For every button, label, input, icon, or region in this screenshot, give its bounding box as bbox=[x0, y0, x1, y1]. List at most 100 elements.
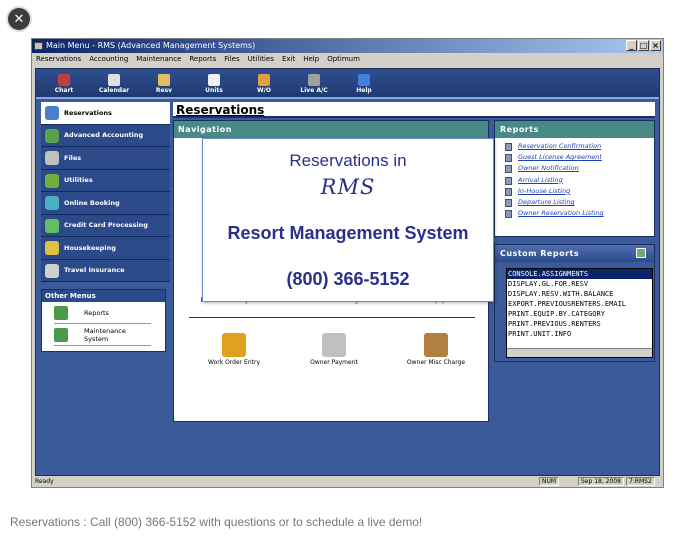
other-menu-maintenance-system[interactable]: Maintenance System bbox=[54, 324, 151, 346]
sidebar-item-credit-card-processing[interactable]: Credit Card Processing bbox=[41, 214, 170, 237]
list-item[interactable]: PRINT.PREVIOUS.RENTERS bbox=[507, 319, 652, 329]
nav-work-order-entry[interactable]: Work Order Entry bbox=[199, 333, 269, 366]
menu-files[interactable]: Files bbox=[224, 53, 239, 66]
nav-item-label: Work Order Entry bbox=[207, 359, 261, 366]
other-menu-label: Maintenance System bbox=[84, 326, 126, 343]
list-icon bbox=[505, 187, 512, 196]
toolbar-label: Chart bbox=[54, 87, 74, 94]
sidebar-item-label: Reservations bbox=[64, 108, 112, 117]
person-icon bbox=[505, 154, 512, 163]
custom-reports-list[interactable]: CONSOLE.ASSIGNMENTS DISPLAY.GL.FOR.RESV … bbox=[506, 268, 653, 358]
minimize-button[interactable]: _ bbox=[626, 40, 637, 51]
list-item[interactable]: CONSOLE.ASSIGNMENTS bbox=[507, 269, 652, 279]
sidebar-item-advanced-accounting[interactable]: Advanced Accounting bbox=[41, 124, 170, 147]
sidebar-item-reservations[interactable]: Reservations bbox=[41, 102, 170, 125]
refresh-icon[interactable] bbox=[636, 248, 646, 258]
menu-accounting[interactable]: Accounting bbox=[89, 53, 128, 66]
report-link-label: Owner Reservation Listing bbox=[518, 209, 604, 218]
sidebar-item-online-booking[interactable]: Online Booking bbox=[41, 192, 170, 215]
custom-reports-title: Custom Reports bbox=[495, 245, 654, 262]
toolbar-label: Live A/C bbox=[300, 87, 328, 94]
toolbar-resv-button[interactable]: Resv bbox=[146, 74, 182, 94]
sidebar-item-housekeeping[interactable]: Housekeeping bbox=[41, 237, 170, 260]
toolbar-wo-button[interactable]: W/O bbox=[246, 74, 282, 94]
menu-reports[interactable]: Reports bbox=[189, 53, 216, 66]
menu-bar: Reservations Accounting Maintenance Repo… bbox=[32, 53, 663, 66]
owner-payment-icon bbox=[322, 333, 346, 357]
toolbar-label: W/O bbox=[257, 87, 271, 94]
toolbar-label: Units bbox=[205, 87, 223, 94]
list-item[interactable]: DISPLAY.GL.FOR.RESV bbox=[507, 279, 652, 289]
list-item[interactable]: DISPLAY.RESV.WITH.BALANCE bbox=[507, 289, 652, 299]
toolbar-live-ac-button[interactable]: Live A/C bbox=[296, 74, 332, 94]
status-num: NUM bbox=[539, 477, 560, 486]
menu-maintenance[interactable]: Maintenance bbox=[136, 53, 181, 66]
menu-help[interactable]: Help bbox=[303, 53, 319, 66]
sidebar-item-label: Travel Insurance bbox=[64, 266, 125, 275]
reports-title: Reports bbox=[495, 121, 654, 138]
toolbar: Chart Calendar Resv Units W/O Live A/C H… bbox=[36, 69, 659, 99]
reports-panel: Reports Reservation Confirmation Guest L… bbox=[494, 120, 655, 237]
status-ready: Ready bbox=[35, 478, 54, 485]
popup-line1: Reservations in bbox=[289, 151, 407, 170]
other-menu-reports[interactable]: Reports bbox=[54, 302, 151, 324]
close-icon[interactable]: ✕ bbox=[8, 8, 30, 30]
sidebar-item-utilities[interactable]: Utilities bbox=[41, 169, 170, 192]
menu-exit[interactable]: Exit bbox=[282, 53, 295, 66]
close-button[interactable]: × bbox=[650, 40, 661, 51]
toolbar-help-button[interactable]: Help bbox=[346, 74, 382, 94]
report-link-departure-listing[interactable]: Departure Listing bbox=[505, 197, 654, 208]
printer-icon bbox=[505, 210, 512, 219]
worker-icon bbox=[258, 74, 270, 86]
toolbar-chart-button[interactable]: Chart bbox=[46, 74, 82, 94]
calendar-icon bbox=[108, 74, 120, 86]
report-link-reservation-confirmation[interactable]: Reservation Confirmation bbox=[505, 141, 654, 152]
list-item[interactable]: PRINT.UNIT.INFO bbox=[507, 329, 652, 339]
menu-reservations[interactable]: Reservations bbox=[36, 53, 81, 66]
chart-icon bbox=[58, 74, 70, 86]
nav-owner-misc-charge[interactable]: Owner Misc Charge bbox=[401, 333, 471, 366]
house-icon bbox=[208, 74, 220, 86]
report-link-owner-notification[interactable]: Owner Notification bbox=[505, 163, 654, 174]
popup-phone: (800) 366-5152 bbox=[286, 269, 410, 289]
toolbar-label: Help bbox=[356, 87, 372, 94]
status-time: 7:RMS2 bbox=[626, 477, 655, 486]
toolbar-units-button[interactable]: Units bbox=[196, 74, 232, 94]
work-order-icon bbox=[222, 333, 246, 357]
report-link-guest-license-agreement[interactable]: Guest License Agreement bbox=[505, 152, 654, 163]
promo-popup: Reservations in RMS Resort Management Sy… bbox=[202, 138, 494, 302]
horizontal-scrollbar[interactable] bbox=[507, 348, 652, 357]
other-menus-panel: Other Menus Reports Maintenance System bbox=[41, 289, 166, 352]
help-icon bbox=[358, 74, 370, 86]
report-link-arrival-listing[interactable]: Arrival Listing bbox=[505, 175, 654, 186]
menu-optimum[interactable]: Optimum bbox=[327, 53, 360, 66]
menu-utilities[interactable]: Utilities bbox=[248, 53, 274, 66]
sidebar-item-label: Online Booking bbox=[64, 198, 120, 207]
report-link-owner-reservation-listing[interactable]: Owner Reservation Listing bbox=[505, 208, 654, 219]
housekeeping-icon bbox=[45, 241, 59, 255]
list-item[interactable]: EXPORT.PREVIOUSRENTERS.EMAIL bbox=[507, 299, 652, 309]
sidebar-item-files[interactable]: Files bbox=[41, 147, 170, 170]
report-link-label: Departure Listing bbox=[518, 197, 575, 206]
navigation-title: Navigation bbox=[174, 121, 488, 138]
resv-icon bbox=[158, 74, 170, 86]
report-link-label: Arrival Listing bbox=[518, 175, 563, 184]
report-link-label: In-House Listing bbox=[518, 186, 571, 195]
nav-owner-payment[interactable]: Owner Payment bbox=[299, 333, 369, 366]
toolbar-calendar-button[interactable]: Calendar bbox=[96, 74, 132, 94]
status-bar: Ready NUM Sep 18, 2008 7:RMS2 bbox=[32, 476, 663, 487]
window-title: Main Menu - RMS (Advanced Management Sys… bbox=[46, 41, 256, 50]
plug-icon bbox=[308, 74, 320, 86]
report-link-in-house-listing[interactable]: In-House Listing bbox=[505, 186, 654, 197]
status-date: Sep 18, 2008 bbox=[578, 477, 624, 486]
sidebar-item-label: Housekeeping bbox=[64, 243, 116, 252]
files-icon bbox=[45, 151, 59, 165]
other-menu-label: Reports bbox=[84, 308, 109, 317]
maximize-button[interactable]: □ bbox=[638, 40, 649, 51]
sidebar-item-travel-insurance[interactable]: Travel Insurance bbox=[41, 259, 170, 282]
sidebar-item-label: Advanced Accounting bbox=[64, 131, 144, 140]
travel-insurance-icon bbox=[45, 263, 59, 278]
title-bar: Main Menu - RMS (Advanced Management Sys… bbox=[32, 39, 663, 53]
custom-reports-title-text: Custom Reports bbox=[500, 249, 580, 258]
list-item[interactable]: PRINT.EQUIP.BY.CATEGORY bbox=[507, 309, 652, 319]
